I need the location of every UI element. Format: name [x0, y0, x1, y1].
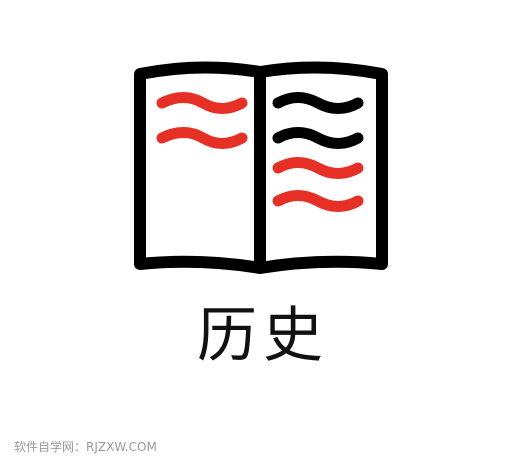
- open-book-icon: [134, 61, 388, 274]
- caption-text: 历史: [197, 301, 329, 371]
- history-icon-canvas: 历史 软件自学网：RJZXW.COM: [0, 0, 526, 459]
- watermark-text: 软件自学网：RJZXW.COM: [14, 440, 157, 454]
